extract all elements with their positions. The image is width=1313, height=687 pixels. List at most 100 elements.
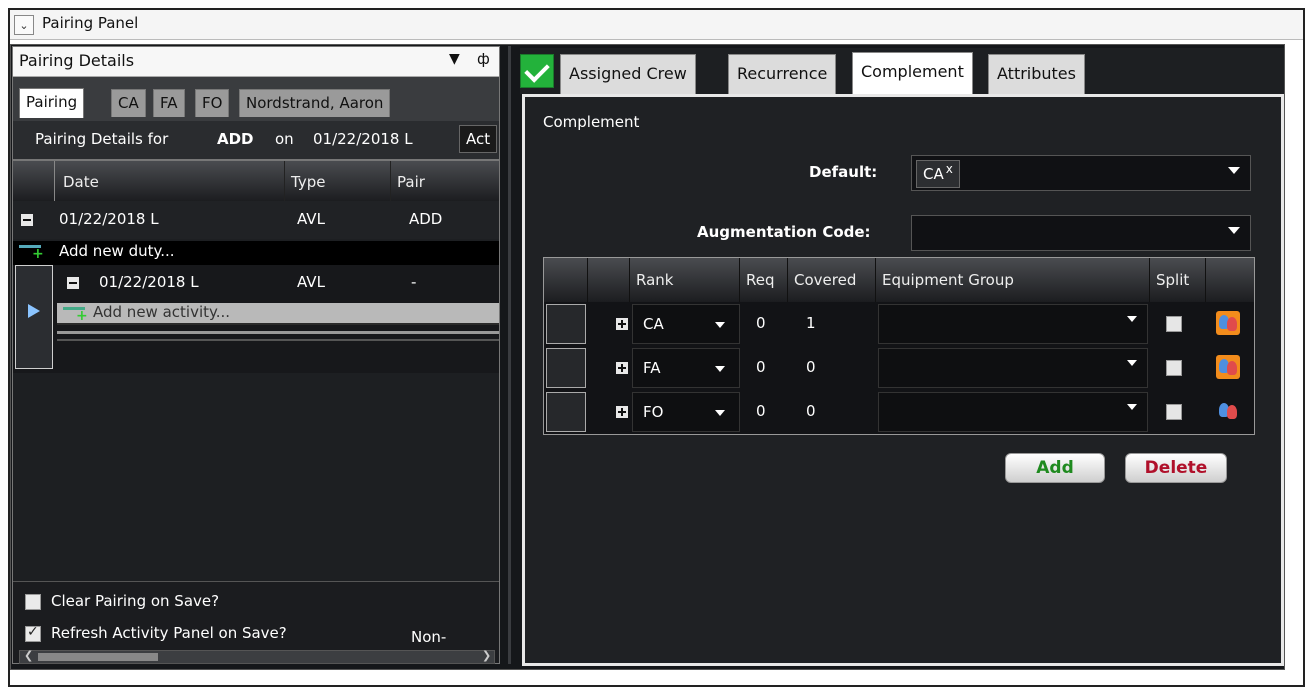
tab-assigned-crew[interactable]: Assigned Crew (560, 54, 696, 94)
covered-value: 0 (806, 358, 816, 376)
row-selector[interactable] (546, 392, 586, 432)
default-label: Default: (809, 163, 878, 181)
refresh-activity-label: Refresh Activity Panel on Save? (51, 624, 287, 642)
dropdown-arrow-icon (715, 322, 725, 328)
tab-crew-member[interactable]: Nordstrand, Aaron (239, 89, 391, 117)
activity-date: 01/22/2018 L (99, 273, 199, 291)
req-value[interactable]: 0 (756, 358, 766, 376)
column-header-rank[interactable]: Rank (630, 258, 740, 302)
dropdown-arrow-icon (715, 366, 725, 372)
dropdown-arrow-icon[interactable]: ▼ (449, 51, 460, 67)
pin-icon[interactable]: ф (477, 50, 490, 68)
pairing-tabs: Pairing CA FA FO Nordstrand, Aaron (13, 77, 499, 121)
chip-label: CA (923, 165, 944, 183)
row-selector[interactable] (546, 304, 586, 344)
tab-ca[interactable]: CA (111, 89, 146, 117)
split-checkbox[interactable] (1166, 360, 1182, 376)
req-value[interactable]: 0 (756, 314, 766, 332)
column-header-split[interactable]: Split (1150, 258, 1206, 302)
column-header-date[interactable]: Date (57, 161, 285, 201)
duty-type: AVL (297, 210, 325, 228)
complement-row[interactable]: FO 0 0 (544, 390, 1254, 434)
column-header-type[interactable]: Type (285, 161, 391, 201)
crew-icon-column-header (1206, 258, 1254, 302)
details-on: on (275, 130, 294, 148)
crew-assignment-icon[interactable] (1216, 399, 1240, 423)
tab-fa[interactable]: FA (153, 89, 185, 117)
activity-row[interactable]: 01/22/2018 L AVL - (57, 265, 499, 301)
add-activity-label: Add new activity... (93, 303, 231, 321)
complement-row[interactable]: CA 0 1 (544, 302, 1254, 346)
equipment-group-select[interactable] (878, 348, 1148, 388)
tab-pairing[interactable]: Pairing (19, 88, 85, 118)
column-header-covered[interactable]: Covered (788, 258, 876, 302)
delete-button[interactable]: Delete (1125, 453, 1227, 483)
check-icon[interactable] (520, 54, 554, 88)
horizontal-scrollbar[interactable]: ❮ ❯ (19, 649, 495, 664)
remove-chip-icon[interactable]: x (946, 162, 953, 176)
duty-grid-header: Date Type Pair (13, 159, 499, 201)
column-header-pair[interactable]: Pair (391, 161, 499, 201)
crew-assignment-icon[interactable] (1216, 355, 1240, 379)
rank-value: FO (643, 403, 664, 421)
scroll-right-icon[interactable]: ❯ (482, 649, 491, 662)
expand-row-icon[interactable] (616, 362, 628, 374)
collapse-row-icon[interactable] (21, 214, 33, 226)
split-checkbox[interactable] (1166, 316, 1182, 332)
column-header-equipment-group[interactable]: Equipment Group (876, 258, 1150, 302)
collapse-panel-button[interactable]: ⌄ (14, 15, 34, 35)
complement-grid: Rank Req Covered Equipment Group Split C… (543, 257, 1255, 435)
expand-row-icon[interactable] (616, 406, 628, 418)
refresh-activity-checkbox[interactable] (25, 624, 41, 642)
duty-pair: ADD (409, 210, 443, 228)
clear-pairing-label: Clear Pairing on Save? (51, 592, 220, 610)
rank-select[interactable]: FA (632, 348, 740, 388)
rank-select[interactable]: FO (632, 392, 740, 432)
default-rank-chip[interactable]: CA x (916, 160, 960, 188)
scrollbar-thumb[interactable] (38, 653, 158, 661)
tab-attributes[interactable]: Attributes (988, 54, 1085, 94)
selected-row-indicator[interactable] (15, 265, 53, 369)
augmentation-code-select[interactable] (911, 215, 1251, 251)
expand-row-icon[interactable] (616, 318, 628, 330)
activity-pair: - (411, 273, 417, 291)
pairing-save-options: Clear Pairing on Save? Refresh Activity … (13, 581, 499, 664)
chevron-down-icon: ⌄ (19, 18, 29, 32)
equipment-group-select[interactable] (878, 392, 1148, 432)
act-field[interactable]: Act (459, 125, 498, 153)
row-selector[interactable] (546, 348, 586, 388)
scroll-left-icon[interactable]: ❮ (24, 649, 33, 662)
dropdown-arrow-icon (1127, 404, 1137, 410)
rank-select[interactable]: CA (632, 304, 740, 344)
add-row-icon (19, 245, 44, 262)
details-prefix: Pairing Details for (35, 130, 169, 148)
covered-value: 1 (806, 314, 816, 332)
tab-complement[interactable]: Complement (852, 52, 973, 96)
panel-splitter[interactable] (504, 46, 516, 664)
duty-row[interactable]: 01/22/2018 L AVL ADD (13, 201, 499, 239)
title-bar: ⌄ Pairing Panel (10, 10, 1303, 40)
clear-pairing-checkbox[interactable] (25, 594, 41, 610)
panel-title: Pairing Panel (42, 14, 139, 32)
dropdown-arrow-icon (715, 410, 725, 416)
dropdown-arrow-icon (1127, 316, 1137, 322)
divider (57, 331, 499, 334)
row-selector-header (544, 258, 588, 302)
req-value[interactable]: 0 (756, 402, 766, 420)
dropdown-arrow-icon (1228, 167, 1240, 174)
crew-assignment-icon[interactable] (1216, 311, 1240, 335)
row-selector-header (13, 161, 55, 201)
add-duty-row[interactable]: Add new duty... (13, 241, 499, 265)
default-rank-select[interactable]: CA x (911, 155, 1251, 191)
equipment-group-select[interactable] (878, 304, 1148, 344)
collapse-row-icon[interactable] (67, 277, 79, 289)
covered-value: 0 (806, 402, 816, 420)
add-button[interactable]: Add (1005, 453, 1105, 483)
add-activity-row[interactable]: Add new activity... (57, 303, 499, 325)
augmentation-code-label: Augmentation Code: (697, 223, 871, 241)
column-header-req[interactable]: Req (740, 258, 788, 302)
complement-row[interactable]: FA 0 0 (544, 346, 1254, 390)
tab-recurrence[interactable]: Recurrence (728, 54, 837, 94)
split-checkbox[interactable] (1166, 404, 1182, 420)
tab-fo[interactable]: FO (195, 89, 230, 117)
